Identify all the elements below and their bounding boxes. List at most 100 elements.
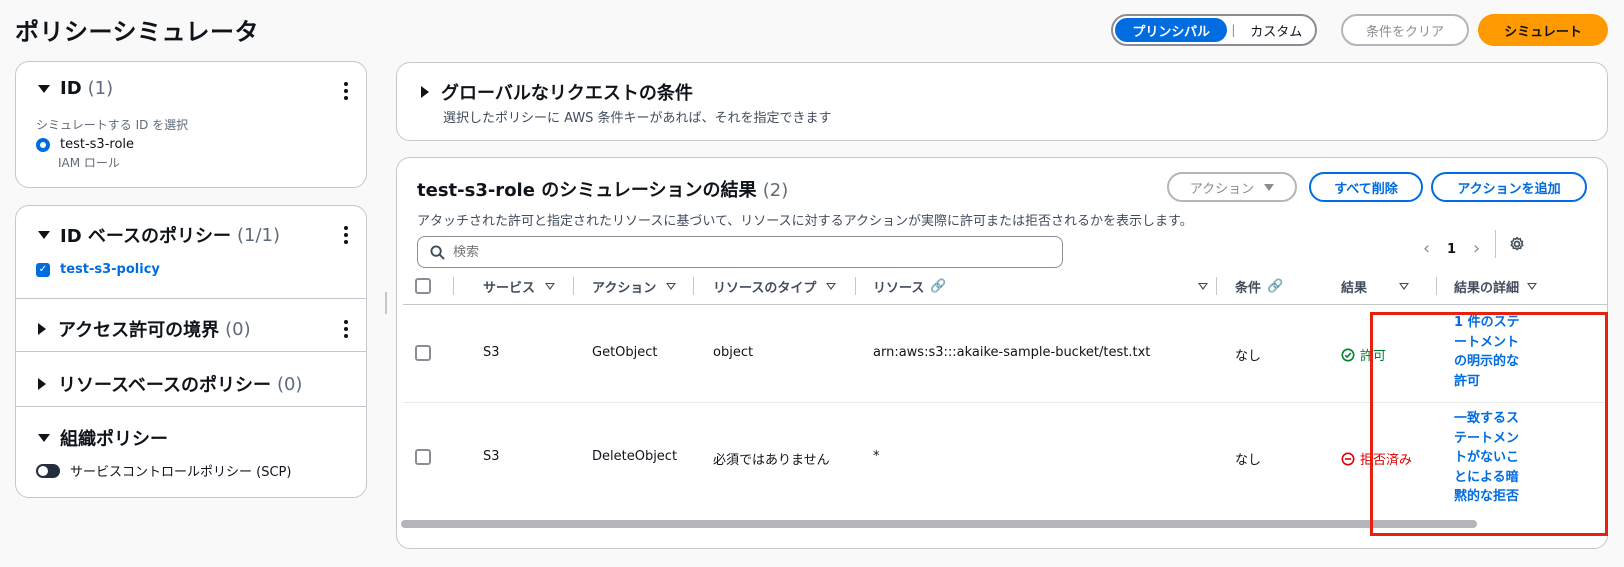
column-separator: [453, 277, 454, 295]
horizontal-scrollbar[interactable]: [401, 520, 1477, 528]
column-condition[interactable]: 条件 🔗: [1235, 268, 1283, 304]
radio-selected-icon[interactable]: [36, 137, 50, 152]
identity-section-toggle[interactable]: ID (1): [38, 78, 113, 99]
simulate-button[interactable]: シミュレート: [1478, 14, 1608, 46]
sort-icon: [1399, 282, 1410, 290]
results-description: アタッチされた許可と指定されたリソースに基づいて、リソースに対するアクションが実…: [417, 214, 1193, 229]
cell-action: DeleteObject: [592, 449, 678, 464]
policies-panel: ID ベースのポリシー (1/1) ✓ test-s3-policy アクセス許…: [15, 205, 367, 498]
scp-toggle[interactable]: [36, 463, 60, 478]
boundary-count: (0): [225, 318, 251, 340]
identity-option-type: IAM ロール: [58, 156, 120, 170]
table-header: サービス アクション リソースのタイプ リソース 🔗 条件 🔗 結果 結果の詳細: [403, 268, 1607, 304]
row-checkbox-cell[interactable]: [415, 345, 431, 361]
check-circle-icon: [1341, 348, 1355, 361]
results-title: test-s3-role のシミュレーションの結果: [417, 180, 757, 201]
cell-condition: なし: [1235, 453, 1262, 468]
identity-option[interactable]: test-s3-role: [36, 137, 134, 152]
add-action-button[interactable]: アクションを追加: [1431, 172, 1587, 202]
resource-sort-cell[interactable]: [1188, 268, 1208, 304]
resource-policy-count: (0): [276, 373, 303, 395]
org-policy-heading: 組織ポリシー: [60, 429, 168, 450]
minus-circle-icon: [1341, 452, 1355, 465]
boundary-menu-icon[interactable]: [344, 320, 348, 338]
page-title: ポリシーシミュレータ: [15, 18, 260, 46]
divider: [16, 298, 366, 299]
identity-select-label: シミュレートする ID を選択: [36, 118, 189, 132]
segment-principal[interactable]: プリンシパル: [1115, 18, 1228, 42]
column-service[interactable]: サービス: [483, 268, 556, 304]
global-conditions-description: 選択したポリシーに AWS 条件キーがあれば、それを指定できます: [443, 111, 832, 126]
panel-resize-handle[interactable]: [385, 292, 387, 314]
identity-policy-section-toggle[interactable]: ID ベースのポリシー (1/1): [38, 222, 280, 248]
sort-icon: [545, 282, 556, 290]
divider: [16, 351, 366, 352]
identity-policy-item[interactable]: ✓ test-s3-policy: [36, 262, 160, 277]
sort-icon: [666, 282, 677, 290]
identity-menu-icon[interactable]: [344, 82, 348, 100]
clear-conditions-button[interactable]: 条件をクリア: [1341, 14, 1469, 46]
cell-condition: なし: [1235, 349, 1262, 364]
cell-resource: arn:aws:s3:::akaike-sample-bucket/test.t…: [873, 345, 1151, 360]
scp-toggle-row[interactable]: サービスコントロールポリシー (SCP): [36, 461, 291, 480]
link-icon: 🔗: [930, 278, 947, 294]
cell-resource: *: [873, 449, 880, 464]
segment-custom[interactable]: カスタム: [1239, 18, 1313, 42]
column-separator: [693, 277, 694, 295]
gear-icon[interactable]: [1509, 236, 1525, 252]
global-conditions-panel: グローバルなリクエストの条件 選択したポリシーに AWS 条件キーがあれば、それ…: [396, 62, 1608, 141]
divider: [1495, 230, 1496, 258]
row-checkbox-cell[interactable]: [415, 449, 431, 465]
column-resource[interactable]: リソース 🔗: [873, 268, 947, 304]
delete-all-button[interactable]: すべて削除: [1309, 172, 1423, 202]
actions-dropdown-button[interactable]: アクション: [1167, 172, 1297, 202]
cell-resource-type: 必須ではありません: [713, 453, 830, 468]
identity-policy-link[interactable]: test-s3-policy: [60, 262, 160, 277]
column-separator: [855, 277, 856, 295]
resource-policy-section-toggle[interactable]: リソースベースのポリシー (0): [38, 371, 302, 397]
column-separator: [1436, 277, 1437, 295]
link-icon: 🔗: [1267, 278, 1284, 294]
checkbox-checked-icon[interactable]: ✓: [36, 262, 50, 277]
cell-service: S3: [483, 345, 500, 360]
search-box[interactable]: [417, 236, 1063, 268]
identity-policy-count: (1/1): [237, 224, 281, 246]
column-result[interactable]: 結果: [1341, 268, 1410, 304]
caret-right-icon: [38, 378, 46, 390]
identity-policy-heading: ID ベースのポリシー: [60, 226, 232, 247]
scp-label: サービスコントロールポリシー (SCP): [70, 465, 292, 480]
identity-heading: ID: [60, 78, 82, 99]
column-resource-type[interactable]: リソースのタイプ: [713, 268, 837, 304]
identity-panel: ID (1) シミュレートする ID を選択 test-s3-role IAM …: [15, 61, 367, 188]
resource-policy-heading: リソースベースのポリシー: [58, 375, 271, 396]
page-number[interactable]: 1: [1447, 242, 1456, 257]
global-conditions-toggle[interactable]: グローバルなリクエストの条件: [421, 79, 693, 105]
boundary-heading: アクセス許可の境界: [58, 320, 220, 341]
mode-segmented-control[interactable]: プリンシパル | カスタム: [1111, 14, 1317, 46]
select-all-checkbox[interactable]: [415, 278, 431, 294]
next-page-icon[interactable]: ›: [1473, 238, 1480, 259]
column-action[interactable]: アクション: [592, 268, 677, 304]
segment-separator: |: [1231, 23, 1236, 37]
search-icon: [430, 244, 445, 260]
cell-action: GetObject: [592, 345, 658, 360]
select-all-cell[interactable]: [415, 268, 431, 304]
results-count: (2): [762, 180, 789, 201]
boundary-section-toggle[interactable]: アクセス許可の境界 (0): [38, 316, 251, 342]
row-checkbox[interactable]: [415, 345, 431, 361]
identity-count: (1): [87, 78, 114, 99]
prev-page-icon[interactable]: ‹: [1423, 238, 1430, 259]
caret-down-icon: [38, 231, 50, 239]
search-input[interactable]: [453, 244, 1033, 260]
identity-policy-menu-icon[interactable]: [344, 226, 348, 244]
caret-down-icon: [1264, 183, 1275, 191]
column-detail[interactable]: 結果の詳細: [1454, 268, 1538, 304]
org-policy-section-toggle[interactable]: 組織ポリシー: [38, 425, 168, 451]
identity-option-name: test-s3-role: [60, 137, 135, 152]
caret-right-icon: [421, 86, 429, 98]
global-conditions-heading: グローバルなリクエストの条件: [441, 83, 693, 104]
caret-down-icon: [38, 434, 50, 442]
row-checkbox[interactable]: [415, 449, 431, 465]
cell-resource-type: object: [713, 345, 754, 360]
sort-icon: [1198, 282, 1208, 290]
